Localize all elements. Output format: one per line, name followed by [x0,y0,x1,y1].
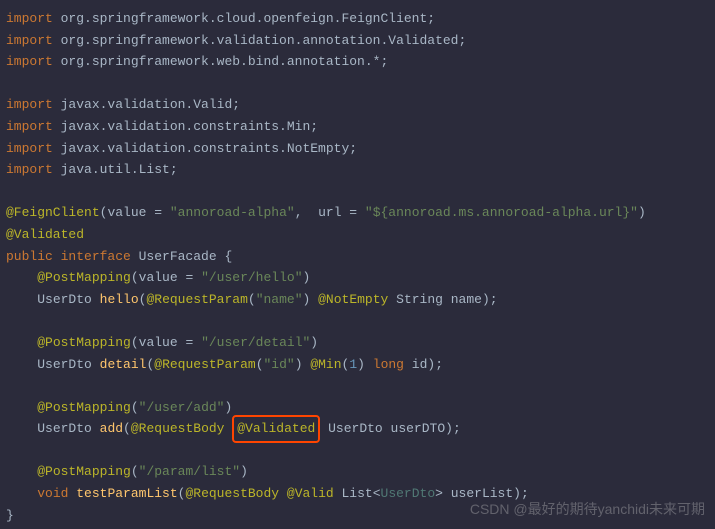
post-mapping-annotation: @PostMapping("/param/list") [6,461,709,483]
blank-line [6,375,709,397]
import-line: import org.springframework.cloud.openfei… [6,8,709,30]
validated-highlight: @Validated [232,415,320,443]
post-mapping-annotation: @PostMapping("/user/add") [6,397,709,419]
blank-line [6,310,709,332]
import-line: import javax.validation.Valid; [6,94,709,116]
post-mapping-annotation: @PostMapping(value = "/user/detail") [6,332,709,354]
blank-line [6,181,709,203]
blank-line [6,73,709,95]
code-editor[interactable]: import org.springframework.cloud.openfei… [6,8,709,526]
method-detail: UserDto detail(@RequestParam("id") @Min(… [6,354,709,376]
import-line: import javax.validation.constraints.NotE… [6,138,709,160]
validated-annotation: @Validated [6,224,709,246]
interface-declaration: public interface UserFacade { [6,246,709,268]
import-line: import javax.validation.constraints.Min; [6,116,709,138]
method-hello: UserDto hello(@RequestParam("name") @Not… [6,289,709,311]
post-mapping-annotation: @PostMapping(value = "/user/hello") [6,267,709,289]
blank-line [6,440,709,462]
import-line: import org.springframework.validation.an… [6,30,709,52]
watermark: CSDN @最好的期待yanchidi未来可期 [470,499,705,521]
import-line: import java.util.List; [6,159,709,181]
feign-client-annotation: @FeignClient(value = "annoroad-alpha", u… [6,202,709,224]
method-add: UserDto add(@RequestBody @Validated User… [6,418,709,440]
import-line: import org.springframework.web.bind.anno… [6,51,709,73]
